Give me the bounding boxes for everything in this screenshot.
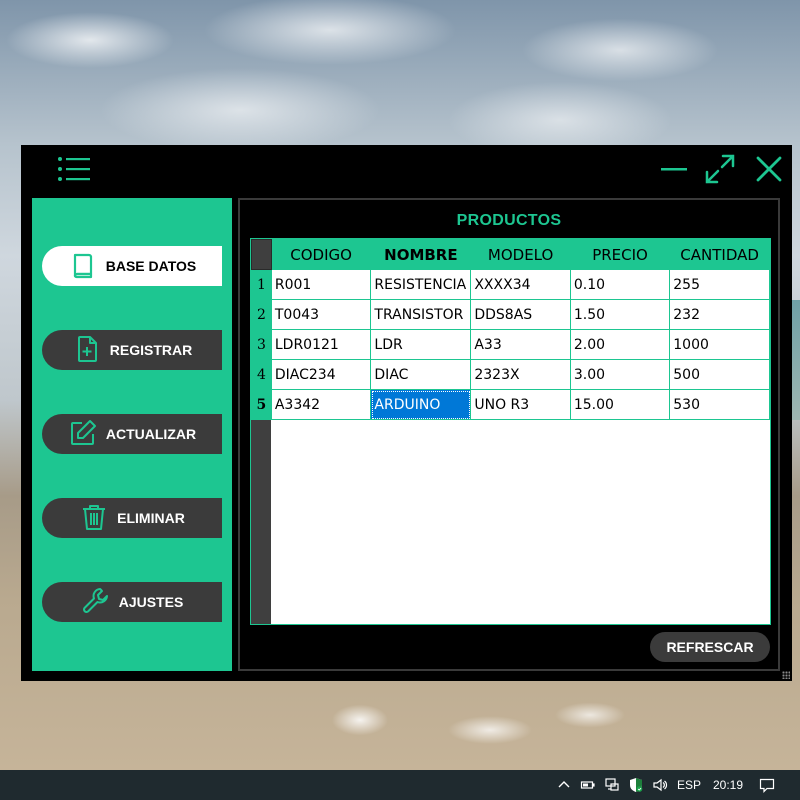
table-cell[interactable]: 232 [669, 299, 770, 330]
sidebar-item-actualizar[interactable]: ACTUALIZAR [42, 414, 222, 454]
menu-icon[interactable] [57, 155, 91, 183]
edit-icon [68, 418, 98, 451]
chevron-up-icon[interactable] [555, 770, 573, 800]
table-cell[interactable]: A3342 [270, 389, 372, 420]
sidebar-item-registrar[interactable]: REGISTRAR [42, 330, 222, 370]
network-icon[interactable] [602, 770, 622, 800]
sidebar-item-eliminar[interactable]: ELIMINAR [42, 498, 222, 538]
table-cell[interactable]: RESISTENCIA [370, 269, 472, 300]
table-cell[interactable]: T0043 [270, 299, 372, 330]
refresh-button[interactable]: REFRESCAR [650, 632, 770, 662]
close-icon[interactable] [753, 153, 785, 185]
column-header-nombre[interactable]: NOMBRE [370, 239, 472, 270]
table-cell[interactable]: 0.10 [569, 269, 671, 300]
table-cell[interactable]: LDR0121 [270, 329, 372, 360]
data-grid[interactable]: CODIGO NOMBRE MODELO PRECIO CANTIDAD 1 R… [250, 238, 771, 625]
table-row[interactable]: 2 T0043 TRANSISTOR DDS8AS 1.50 232 [251, 299, 770, 330]
table-cell[interactable]: TRANSISTOR [370, 299, 472, 330]
wallpaper-foam [330, 690, 630, 760]
column-header-cantidad[interactable]: CANTIDAD [669, 239, 770, 270]
volume-icon[interactable] [650, 770, 670, 800]
table-cell[interactable]: DIAC234 [270, 359, 372, 390]
table-row[interactable]: 4 DIAC234 DIAC 2323X 3.00 500 [251, 359, 770, 390]
sidebar-item-label: REGISTRAR [109, 342, 193, 358]
panel-title: PRODUCTOS [456, 212, 562, 229]
table-cell[interactable]: R001 [270, 269, 372, 300]
products-table: CODIGO NOMBRE MODELO PRECIO CANTIDAD 1 R… [251, 239, 770, 420]
column-header-codigo[interactable]: CODIGO [270, 239, 372, 270]
table-row[interactable]: 3 LDR0121 LDR A33 2.00 1000 [251, 329, 770, 360]
table-cell[interactable]: DDS8AS [470, 299, 571, 330]
file-plus-icon [72, 334, 102, 367]
table-cell[interactable]: LDR [370, 329, 472, 360]
notification-icon[interactable] [756, 770, 778, 800]
main-panel: PRODUCTOS CODIGO NOMBRE MODELO PRECIO CA… [238, 198, 780, 671]
taskbar: ESP 20:19 [0, 770, 800, 800]
row-header[interactable]: 2 [251, 299, 272, 330]
sidebar-item-label: BASE DATOS [105, 258, 197, 274]
column-header-modelo[interactable]: MODELO [470, 239, 571, 270]
table-cell[interactable]: 1000 [669, 329, 770, 360]
book-icon [68, 250, 98, 283]
wrench-icon [81, 586, 111, 619]
row-header[interactable]: 1 [251, 269, 272, 300]
row-header[interactable]: 5 [251, 389, 272, 420]
table-header-row: CODIGO NOMBRE MODELO PRECIO CANTIDAD [251, 239, 770, 270]
column-header-precio[interactable]: PRECIO [569, 239, 671, 270]
table-row[interactable]: 5 A3342 ARDUINO UNO R3 15.00 530 [251, 389, 770, 420]
row-header[interactable]: 3 [251, 329, 272, 360]
sidebar-item-ajustes[interactable]: AJUSTES [42, 582, 222, 622]
maximize-icon[interactable] [704, 153, 736, 185]
table-cell[interactable]: 1.50 [569, 299, 671, 330]
table-cell[interactable]: 2.00 [569, 329, 671, 360]
app-window: BASE DATOS REGISTRAR ACTUALIZAR ELIMINAR… [21, 145, 792, 681]
battery-icon[interactable] [578, 770, 598, 800]
table-cell[interactable]: 3.00 [569, 359, 671, 390]
table-cell[interactable]: 255 [669, 269, 770, 300]
sidebar: BASE DATOS REGISTRAR ACTUALIZAR ELIMINAR… [32, 198, 232, 671]
resize-grip[interactable] [782, 671, 790, 679]
table-cell[interactable]: 15.00 [569, 389, 671, 420]
table-cell[interactable]: 500 [669, 359, 770, 390]
sidebar-item-base-datos[interactable]: BASE DATOS [42, 246, 222, 286]
security-shield-icon[interactable] [626, 770, 646, 800]
table-corner [251, 239, 272, 270]
selected-table-cell[interactable]: ARDUINO [370, 389, 472, 420]
clock[interactable]: 20:19 [708, 770, 748, 800]
sidebar-item-label: AJUSTES [118, 594, 184, 610]
sidebar-item-label: ELIMINAR [117, 510, 185, 526]
trash-icon [79, 502, 109, 535]
minimize-icon[interactable] [659, 153, 691, 185]
table-cell[interactable]: XXXX34 [470, 269, 571, 300]
table-cell[interactable]: A33 [470, 329, 571, 360]
row-header[interactable]: 4 [251, 359, 272, 390]
table-cell[interactable]: DIAC [370, 359, 472, 390]
table-cell[interactable]: 2323X [470, 359, 571, 390]
table-row[interactable]: 1 R001 RESISTENCIA XXXX34 0.10 255 [251, 269, 770, 300]
table-cell[interactable]: 530 [669, 389, 770, 420]
sidebar-item-label: ACTUALIZAR [105, 426, 197, 442]
language-indicator[interactable]: ESP [676, 770, 702, 800]
table-cell[interactable]: UNO R3 [470, 389, 571, 420]
